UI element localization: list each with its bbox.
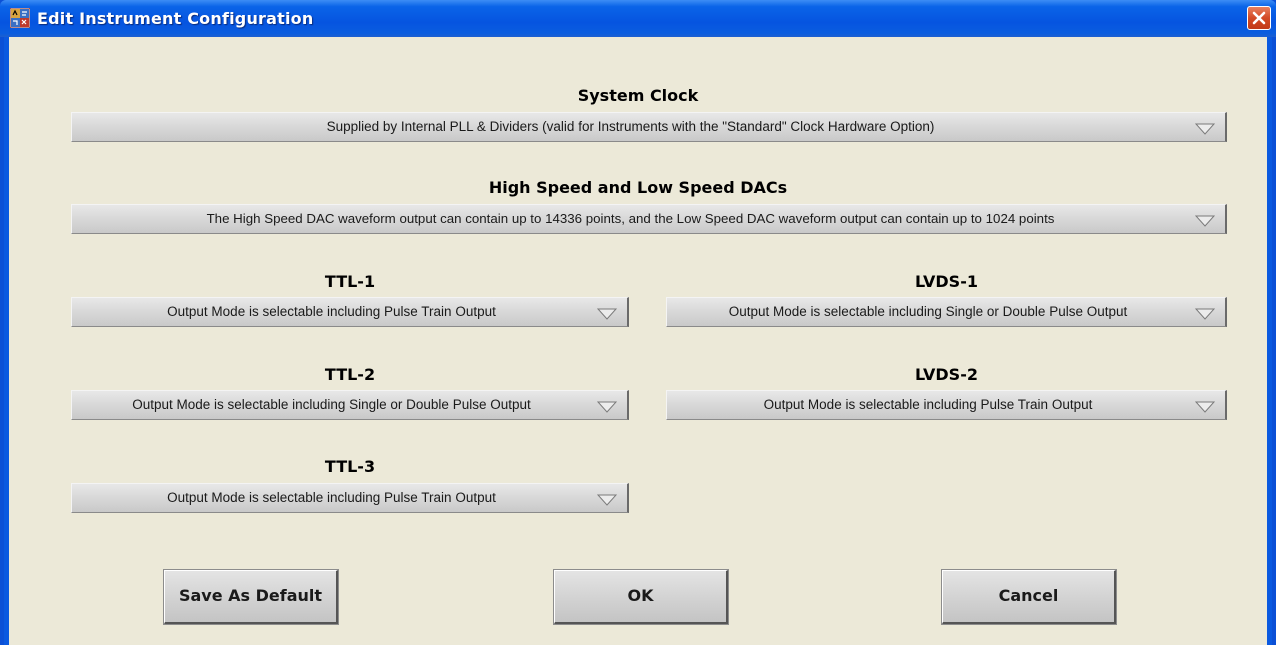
- dacs-label: High Speed and Low Speed DACs: [488, 178, 788, 197]
- chevron-down-icon: [1195, 401, 1215, 413]
- chevron-down-icon: [597, 401, 617, 413]
- ttl3-label: TTL-3: [324, 457, 376, 476]
- lvds2-value: Output Mode is selectable including Puls…: [763, 397, 1093, 412]
- dacs-value: The High Speed DAC waveform output can c…: [206, 211, 1055, 226]
- system-clock-label: System Clock: [577, 86, 699, 105]
- ttl1-label: TTL-1: [324, 272, 376, 291]
- lvds1-value: Output Mode is selectable including Sing…: [728, 304, 1128, 319]
- save-as-default-button[interactable]: Save As Default: [163, 569, 339, 625]
- lvds2-label: LVDS-2: [915, 365, 978, 384]
- window-title: Edit Instrument Configuration: [37, 9, 314, 28]
- dialog-body: System Clock Supplied by Internal PLL & …: [9, 37, 1267, 645]
- cancel-button[interactable]: Cancel: [941, 569, 1117, 625]
- ttl1-value: Output Mode is selectable including Puls…: [167, 304, 496, 319]
- lvds1-dropdown[interactable]: Output Mode is selectable including Sing…: [666, 297, 1227, 327]
- system-clock-value: Supplied by Internal PLL & Dividers (val…: [326, 119, 935, 134]
- ttl1-dropdown[interactable]: Output Mode is selectable including Puls…: [71, 297, 629, 327]
- chevron-down-icon: [1195, 123, 1215, 135]
- title-bar[interactable]: Edit Instrument Configuration: [0, 0, 1276, 37]
- ok-button[interactable]: OK: [553, 569, 729, 625]
- dialog-window: Edit Instrument Configuration System Clo…: [0, 0, 1276, 645]
- dacs-dropdown[interactable]: The High Speed DAC waveform output can c…: [71, 204, 1227, 234]
- close-button[interactable]: [1247, 6, 1271, 30]
- ttl3-value: Output Mode is selectable including Puls…: [167, 490, 496, 505]
- close-icon: [1252, 11, 1266, 25]
- chevron-down-icon: [597, 308, 617, 320]
- chevron-down-icon: [1195, 215, 1215, 227]
- lvds1-label: LVDS-1: [915, 272, 978, 291]
- ttl2-value: Output Mode is selectable including Sing…: [132, 397, 531, 412]
- system-clock-dropdown[interactable]: Supplied by Internal PLL & Dividers (val…: [71, 112, 1227, 142]
- ttl2-dropdown[interactable]: Output Mode is selectable including Sing…: [71, 390, 629, 420]
- lvds2-dropdown[interactable]: Output Mode is selectable including Puls…: [666, 390, 1227, 420]
- ttl3-dropdown[interactable]: Output Mode is selectable including Puls…: [71, 483, 629, 513]
- ttl2-label: TTL-2: [324, 365, 376, 384]
- app-icon: [10, 8, 30, 28]
- chevron-down-icon: [1195, 308, 1215, 320]
- chevron-down-icon: [597, 494, 617, 506]
